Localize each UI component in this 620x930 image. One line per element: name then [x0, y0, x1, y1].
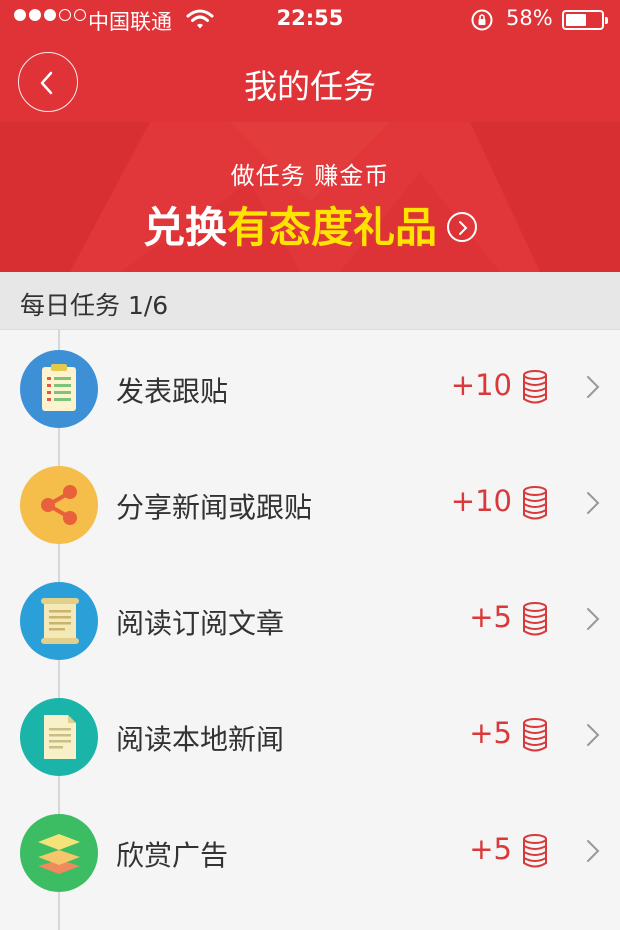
task-label: 阅读本地新闻	[116, 723, 285, 756]
banner-headline: 兑换有态度礼品	[0, 194, 620, 255]
task-row-read-subscription[interactable]: 阅读订阅文章 +5	[0, 562, 620, 678]
task-label: 分享新闻或跟贴	[116, 491, 313, 524]
layers-icon	[20, 814, 98, 892]
task-reward: +5	[469, 600, 512, 634]
status-bar: 中国联通 22:55 58%	[0, 0, 620, 40]
chevron-right-icon	[587, 840, 600, 862]
nav-bar: 我的任务	[0, 40, 620, 122]
task-row-view-ads[interactable]: 欣赏广告 +5	[0, 794, 620, 910]
task-row-read-local-news[interactable]: 阅读本地新闻 +5	[0, 678, 620, 794]
daily-tasks-header: 每日任务 1/6	[0, 272, 620, 330]
promo-banner[interactable]: 做任务 赚金币 兑换有态度礼品	[0, 122, 620, 272]
chevron-right-icon	[587, 376, 600, 398]
banner-headline-yellow: 有态度礼品	[227, 203, 438, 252]
task-reward: +5	[469, 716, 512, 750]
coin-stack-icon	[523, 834, 547, 868]
share-icon	[20, 466, 98, 544]
coin-stack-icon	[523, 486, 547, 520]
document-icon	[20, 698, 98, 776]
battery-icon	[562, 10, 608, 30]
battery-percentage: 58%	[506, 6, 553, 30]
clipboard-icon	[20, 350, 98, 428]
banner-headline-white: 兑换	[142, 203, 227, 252]
chevron-right-circle-icon[interactable]	[447, 211, 478, 242]
task-reward: +5	[469, 832, 512, 866]
banner-subtitle: 做任务 赚金币	[230, 162, 390, 190]
coin-stack-icon	[523, 370, 547, 404]
task-label: 阅读订阅文章	[116, 607, 285, 640]
task-row-post-comment[interactable]: 发表跟贴 +10	[0, 330, 620, 446]
task-row-share-news[interactable]: 分享新闻或跟贴 +10	[0, 446, 620, 562]
rotation-lock-icon	[471, 9, 493, 31]
scroll-icon	[20, 582, 98, 660]
chevron-right-icon	[587, 724, 600, 746]
coin-stack-icon	[523, 718, 547, 752]
header: 中国联通 22:55 58% 我的任务	[0, 0, 620, 122]
chevron-right-icon	[587, 608, 600, 630]
chevron-right-icon	[587, 492, 600, 514]
task-reward: +10	[450, 484, 512, 518]
section-title: 每日任务 1/6	[20, 291, 169, 320]
coin-stack-icon	[523, 602, 547, 636]
task-label: 欣赏广告	[116, 839, 229, 872]
page-title: 我的任务	[244, 67, 376, 106]
task-label: 发表跟贴	[116, 375, 229, 408]
task-reward: +10	[450, 368, 512, 402]
